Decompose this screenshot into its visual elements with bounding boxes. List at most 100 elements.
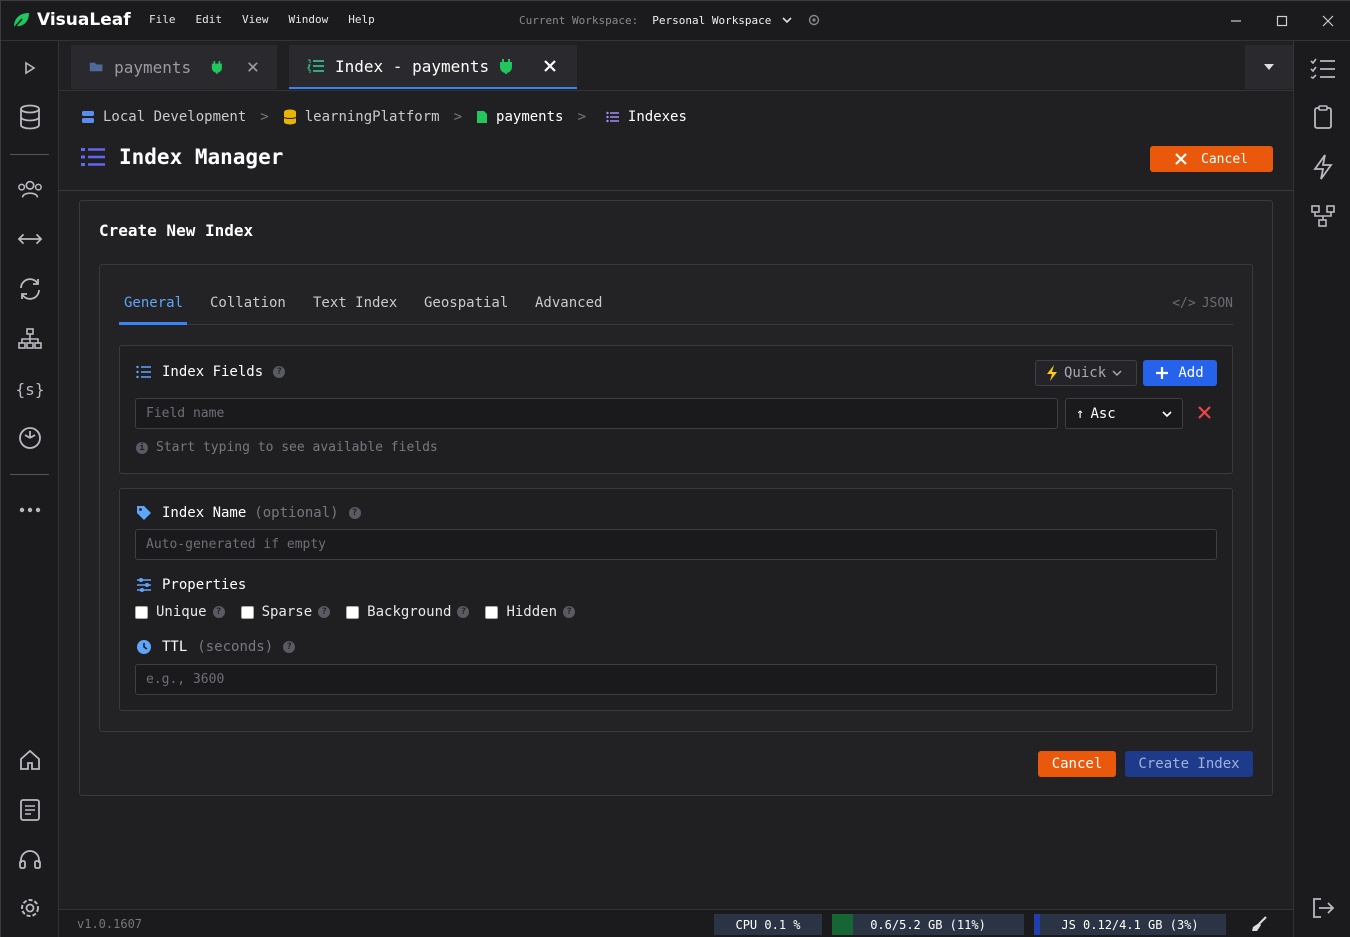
index-tabs: General Collation Text Index Geospatial … bbox=[119, 291, 1233, 325]
menu-file[interactable]: File bbox=[149, 13, 176, 26]
hidden-checkbox[interactable]: Hidden ? bbox=[485, 604, 576, 620]
unique-checkbox[interactable]: Unique ? bbox=[135, 604, 225, 620]
section-title: Properties bbox=[162, 577, 247, 593]
expand-sidebar-button[interactable] bbox=[17, 55, 43, 81]
help-icon[interactable]: ? bbox=[318, 606, 331, 618]
quick-dropdown[interactable]: Quick bbox=[1035, 360, 1137, 386]
sidebar-item-databases[interactable] bbox=[17, 104, 43, 130]
tab-payments[interactable]: payments bbox=[71, 45, 277, 89]
cancel-button[interactable]: Cancel bbox=[1038, 751, 1116, 777]
info-icon: i bbox=[136, 441, 148, 454]
tasks-button[interactable] bbox=[1310, 55, 1336, 81]
workspace-dropdown[interactable]: Personal Workspace bbox=[652, 14, 771, 27]
gauge-icon bbox=[19, 427, 41, 449]
tab-general[interactable]: General bbox=[124, 295, 183, 311]
tag-icon bbox=[137, 506, 151, 520]
clipboard-button[interactable] bbox=[1310, 104, 1336, 130]
database-icon bbox=[20, 104, 40, 130]
menu-view[interactable]: View bbox=[242, 13, 269, 26]
tab-advanced[interactable]: Advanced bbox=[535, 295, 602, 311]
chevron-right-icon: > bbox=[453, 109, 463, 125]
js-memory-fill bbox=[1034, 914, 1040, 935]
sort-order-select[interactable]: ↑ Asc bbox=[1065, 398, 1183, 429]
field-name-input[interactable]: Field name bbox=[135, 398, 1058, 429]
sidebar-item-users[interactable] bbox=[17, 176, 43, 202]
cancel-button[interactable]: Cancel bbox=[1150, 146, 1273, 172]
clean-button[interactable] bbox=[1251, 916, 1267, 936]
close-tab-icon[interactable] bbox=[247, 60, 259, 74]
help-icon[interactable]: ? bbox=[212, 606, 225, 618]
checkbox[interactable] bbox=[346, 605, 360, 619]
chevron-down-icon[interactable] bbox=[781, 14, 793, 26]
help-icon[interactable]: ? bbox=[563, 606, 576, 618]
maximize-icon bbox=[1276, 15, 1288, 27]
tab-text-index[interactable]: Text Index bbox=[313, 295, 397, 311]
help-icon[interactable]: ? bbox=[273, 366, 286, 378]
sidebar-divider bbox=[10, 474, 49, 475]
hierarchy-icon bbox=[18, 328, 42, 349]
breadcrumb-connection[interactable]: Local Development bbox=[81, 109, 246, 125]
play-icon bbox=[25, 61, 36, 75]
index-name-input[interactable]: Auto-generated if empty bbox=[135, 529, 1217, 560]
background-checkbox[interactable]: Background ? bbox=[346, 604, 470, 620]
clipboard-icon bbox=[1314, 105, 1332, 129]
help-icon[interactable]: ? bbox=[457, 606, 470, 618]
add-field-button[interactable]: Add bbox=[1143, 360, 1217, 386]
sidebar-item-more[interactable] bbox=[17, 497, 43, 523]
sidebar-item-performance[interactable] bbox=[17, 425, 43, 451]
tab-label: payments bbox=[114, 57, 192, 77]
breadcrumb-collection[interactable]: payments bbox=[476, 109, 563, 125]
sidebar-item-schema[interactable] bbox=[17, 326, 43, 352]
close-window-button[interactable] bbox=[1305, 1, 1350, 41]
status-bar: v1.0.1607 CPU 0.1 % 0.6/5.2 GB (11%) JS … bbox=[59, 909, 1293, 937]
menu-help[interactable]: Help bbox=[348, 13, 375, 26]
sidebar-item-variables[interactable]: {s} bbox=[16, 376, 45, 402]
breadcrumb-database[interactable]: learningPlatform bbox=[283, 109, 440, 125]
maximize-button[interactable] bbox=[1259, 1, 1305, 41]
sidebar-item-docs[interactable] bbox=[17, 797, 43, 823]
js-memory-text: JS 0.12/4.1 GB (3%) bbox=[1061, 917, 1199, 932]
add-label: Add bbox=[1178, 365, 1204, 381]
sidebar-item-home[interactable] bbox=[17, 747, 43, 773]
help-icon[interactable]: ? bbox=[283, 641, 296, 653]
tab-collation[interactable]: Collation bbox=[210, 295, 286, 311]
server-icon bbox=[82, 111, 94, 123]
active-tab-indicator bbox=[119, 322, 187, 325]
sidebar-divider bbox=[10, 154, 49, 155]
hint-text: Start typing to see available fields bbox=[156, 440, 438, 455]
broom-icon bbox=[1252, 916, 1267, 931]
checkbox[interactable] bbox=[240, 605, 254, 619]
page-title: Index Manager bbox=[119, 145, 284, 169]
arrow-up-icon: ↑ bbox=[1076, 405, 1085, 422]
sparse-checkbox[interactable]: Sparse ? bbox=[240, 604, 331, 620]
tab-index-payments[interactable]: Index - payments bbox=[289, 45, 577, 89]
relations-button[interactable] bbox=[1310, 203, 1336, 229]
minimize-button[interactable] bbox=[1213, 1, 1259, 41]
tab-geospatial[interactable]: Geospatial bbox=[424, 295, 508, 311]
actions-button[interactable] bbox=[1310, 154, 1336, 180]
breadcrumb-label: Local Development bbox=[103, 109, 247, 125]
logout-button[interactable] bbox=[1310, 895, 1336, 921]
folder-open-icon bbox=[89, 62, 103, 72]
version-label: v1.0.1607 bbox=[77, 917, 143, 931]
gear-icon[interactable] bbox=[807, 13, 821, 27]
close-tab-icon[interactable] bbox=[543, 59, 557, 73]
section-title: TTL bbox=[162, 639, 188, 655]
help-icon[interactable]: ? bbox=[348, 507, 361, 519]
checkbox[interactable] bbox=[485, 605, 499, 619]
menu-edit[interactable]: Edit bbox=[196, 13, 223, 26]
breadcrumb-indexes[interactable]: Indexes bbox=[606, 109, 687, 125]
sidebar-item-compare[interactable] bbox=[17, 226, 43, 252]
tab-list-dropdown[interactable] bbox=[1245, 45, 1293, 89]
create-index-button[interactable]: Create Index bbox=[1125, 751, 1253, 777]
ttl-input[interactable]: e.g., 3600 bbox=[135, 664, 1217, 695]
sidebar-item-sync[interactable] bbox=[17, 276, 43, 302]
json-toggle-button[interactable]: </> JSON bbox=[1172, 296, 1233, 311]
page-header: Index Manager bbox=[81, 145, 283, 169]
checkbox[interactable] bbox=[135, 605, 148, 619]
menu-window[interactable]: Window bbox=[289, 13, 329, 26]
remove-field-button[interactable] bbox=[1198, 406, 1211, 423]
breadcrumb-label: learningPlatform bbox=[304, 109, 440, 125]
sidebar-item-settings[interactable] bbox=[17, 895, 43, 921]
sidebar-item-support[interactable] bbox=[17, 847, 43, 873]
